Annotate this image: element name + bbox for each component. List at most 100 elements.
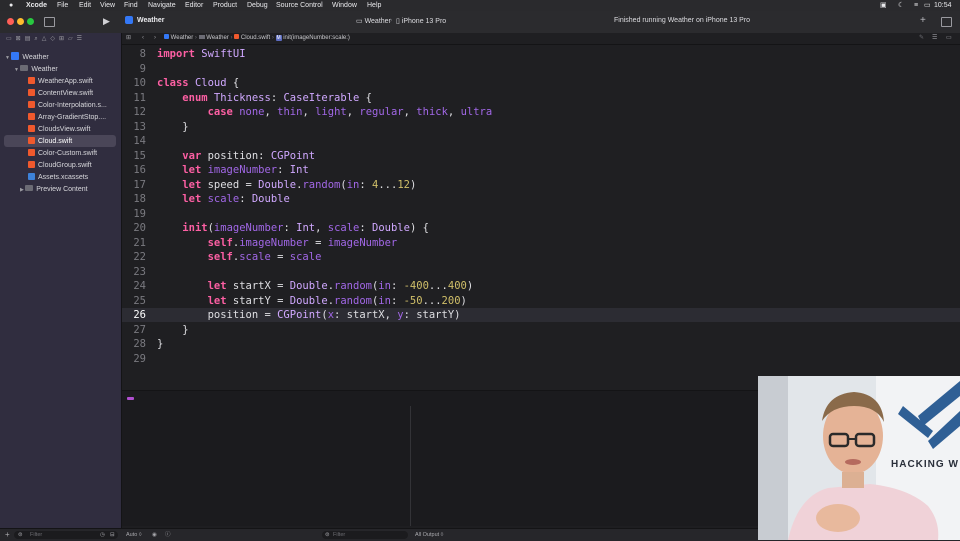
code-line[interactable]: import SwiftUI — [157, 48, 246, 60]
preview-content-row[interactable]: ▶ Preview Content — [20, 184, 116, 195]
project-root[interactable]: ▼ Weather — [5, 52, 49, 63]
navigator-tabs[interactable]: ▭⊠▤⌕△◇⊞▱☰ — [6, 35, 116, 43]
apple-icon[interactable]: ● — [9, 0, 13, 11]
swift-file-icon — [28, 77, 35, 84]
activity-status: Finished running Weather on iPhone 13 Pr… — [614, 17, 751, 24]
test-tab-icon[interactable]: ◇ — [50, 36, 59, 42]
menu-editor[interactable]: Editor — [185, 0, 203, 11]
add-library-icon[interactable]: + — [920, 15, 926, 26]
code-line[interactable]: var position: CGPoint — [157, 150, 315, 162]
moon-icon[interactable]: ☾ — [898, 0, 904, 11]
report-tab-icon[interactable]: ☰ — [77, 36, 86, 42]
code-line[interactable]: } — [157, 324, 188, 336]
file-row[interactable]: CloudGroup.swift — [28, 160, 116, 171]
file-row[interactable]: CloudsView.swift — [28, 124, 116, 135]
source-control-tab-icon[interactable]: ⊠ — [16, 36, 25, 42]
edit-icon[interactable]: ✎ — [919, 33, 924, 44]
close-window-button[interactable] — [7, 18, 14, 25]
debug-area-toggle-icon[interactable] — [127, 397, 134, 400]
menu-navigate[interactable]: Navigate — [148, 0, 176, 11]
menu-find[interactable]: Find — [124, 0, 138, 11]
editor-options-icon[interactable]: ☰ — [932, 33, 937, 44]
file-row[interactable]: WeatherApp.swift — [28, 76, 116, 87]
line-number: 24 — [133, 280, 146, 292]
line-number: 19 — [133, 207, 146, 220]
symbol-tab-icon[interactable]: ▤ — [25, 36, 35, 42]
group-weather[interactable]: ▼ Weather — [14, 64, 58, 75]
recent-files-icon[interactable]: ◷ — [100, 529, 105, 541]
code-line[interactable]: } — [157, 338, 163, 350]
crumb-file[interactable]: Cloud.swift — [241, 35, 270, 41]
swift-file-icon — [28, 101, 35, 108]
code-line[interactable]: let scale: Double — [157, 193, 290, 205]
battery-icon[interactable]: ▭ — [924, 0, 931, 11]
asset-catalog-icon — [28, 173, 35, 180]
line-number: 10 — [133, 77, 146, 89]
scm-filter-icon[interactable]: ⊟ — [110, 529, 115, 541]
debug-tab-icon[interactable]: ⊞ — [59, 36, 68, 42]
inspector-toggle-icon[interactable] — [941, 17, 952, 27]
code-line[interactable]: let startX = Double.random(in: -400...40… — [157, 280, 474, 292]
auto-variables-select[interactable]: Auto ◊ — [126, 529, 142, 541]
minimize-window-button[interactable] — [17, 18, 24, 25]
forward-icon[interactable]: › — [154, 33, 156, 44]
file-row[interactable]: Color-Interpolation.s... — [28, 100, 116, 111]
folder-tab-icon[interactable]: ▭ — [6, 36, 16, 42]
crumb-symbol[interactable]: init(imageNumber:scale:) — [283, 35, 350, 41]
menu-help[interactable]: Help — [367, 0, 381, 11]
folder-icon — [25, 185, 34, 191]
line-number: 15 — [133, 149, 146, 162]
info-icon[interactable]: ⓘ — [165, 529, 171, 541]
destination-selector[interactable]: ▯ iPhone 13 Pro — [396, 17, 446, 25]
crumb-project[interactable]: Weather — [171, 35, 194, 41]
clock[interactable]: 10:54 — [934, 0, 952, 11]
screen-record-icon[interactable]: ▣ — [880, 0, 887, 11]
menu-window[interactable]: Window — [332, 0, 357, 11]
output-select[interactable]: All Output ◊ — [415, 529, 443, 541]
variables-view[interactable] — [122, 406, 411, 526]
find-tab-icon[interactable]: ⌕ — [34, 36, 41, 42]
file-row[interactable]: Color-Custom.swift — [28, 148, 116, 159]
add-file-icon[interactable]: + — [5, 529, 10, 541]
crumb-group[interactable]: Weather — [206, 35, 229, 41]
banner-text: HACKING W — [891, 459, 959, 470]
code-line[interactable]: position = CGPoint(x: startX, y: startY) — [157, 309, 461, 321]
file-row[interactable]: ContentView.swift — [28, 88, 116, 99]
menu-product[interactable]: Product — [213, 0, 237, 11]
menu-file[interactable]: File — [57, 0, 68, 11]
menu-view[interactable]: View — [100, 0, 115, 11]
menu-xcode[interactable]: Xcode — [26, 0, 47, 11]
control-center-icon[interactable]: ≡ — [914, 0, 918, 11]
menu-source-control[interactable]: Source Control — [276, 0, 323, 11]
code-line[interactable]: let imageNumber: Int — [157, 164, 308, 176]
variables-filter-field[interactable]: ⊜ Filter — [322, 531, 408, 539]
line-number: 18 — [133, 193, 146, 205]
split-editor-icon[interactable]: ▭ — [946, 33, 952, 44]
assets-row[interactable]: Assets.xcassets — [28, 172, 116, 183]
code-line[interactable]: let startY = Double.random(in: -50...200… — [157, 295, 467, 307]
file-row[interactable]: Array-GradientStop.... — [28, 112, 116, 123]
source-editor[interactable]: 8 9 10 11 12 13 14 15 16 17 18 19 20 21 22 23 24 25 26 27 28… — [122, 45, 960, 390]
code-line[interactable]: enum Thickness: CaseIterable { — [157, 92, 372, 104]
line-number: 13 — [133, 120, 146, 133]
scheme-selector[interactable]: ▭ Weather — [356, 17, 391, 25]
code-line[interactable]: init(imageNumber: Int, scale: Double) { — [157, 222, 429, 234]
related-items-icon[interactable]: ⊞ — [126, 33, 131, 44]
menu-debug[interactable]: Debug — [247, 0, 268, 11]
code-line[interactable]: self.imageNumber = imageNumber — [157, 237, 398, 249]
code-line[interactable]: } — [157, 121, 188, 133]
breakpoint-tab-icon[interactable]: ▱ — [68, 36, 77, 42]
back-icon[interactable]: ‹ — [142, 33, 144, 44]
menu-edit[interactable]: Edit — [79, 0, 91, 11]
code-line[interactable]: self.scale = scale — [157, 251, 322, 263]
run-button[interactable]: ▶ — [103, 16, 110, 27]
sidebar-toggle-icon[interactable] — [44, 17, 55, 27]
code-line[interactable]: case none, thin, light, regular, thick, … — [157, 106, 493, 118]
folder-icon — [198, 35, 205, 39]
navigator-filter-field[interactable]: ⊜ Filter ◷ ⊟ — [14, 531, 118, 539]
file-row-selected[interactable]: Cloud.swift — [28, 136, 116, 147]
zoom-window-button[interactable] — [27, 18, 34, 25]
code-line[interactable]: let speed = Double.random(in: 4...12) — [157, 179, 416, 191]
eye-icon[interactable]: ◉ — [152, 529, 157, 541]
code-line[interactable]: class Cloud { — [157, 77, 239, 89]
